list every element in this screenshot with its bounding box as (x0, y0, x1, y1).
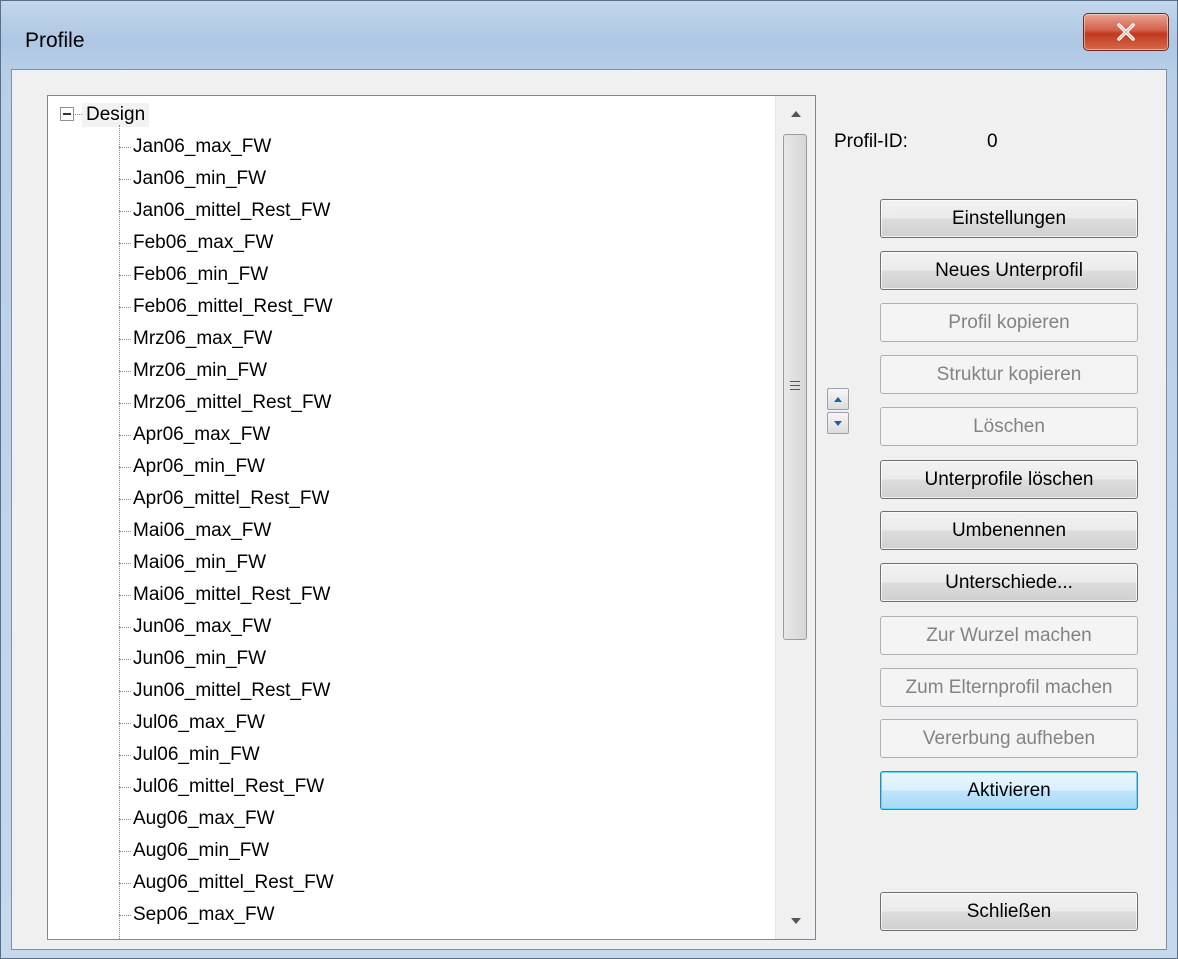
scroll-up-button[interactable] (776, 96, 815, 132)
tree-connector (119, 691, 131, 692)
scroll-down-button[interactable] (776, 903, 815, 939)
neues-unterprofil-button[interactable]: Neues Unterprofil (880, 251, 1138, 290)
tree-root-label[interactable]: Design (82, 103, 150, 127)
profile-id-value: 0 (987, 131, 998, 152)
unterschiede-button[interactable]: Unterschiede... (880, 563, 1138, 602)
loeschen-button[interactable]: Löschen (880, 407, 1138, 446)
tree-item-label[interactable]: Mai06_min_FW (133, 551, 266, 575)
chevron-up-icon (790, 111, 801, 117)
tree-connector (119, 659, 131, 660)
tree-item-label[interactable]: Jul06_max_FW (133, 711, 265, 735)
tree-item-label[interactable]: Aug06_mittel_Rest_FW (133, 871, 334, 895)
tree-connector (119, 595, 131, 596)
tree-connector (119, 563, 131, 564)
tree-connector (119, 499, 131, 500)
arrow-down-icon (834, 420, 842, 426)
tree-item-label[interactable]: Jan06_max_FW (133, 135, 271, 159)
vertical-scrollbar[interactable] (775, 96, 815, 939)
tree-connector (119, 787, 131, 788)
tree-connector (119, 531, 131, 532)
tree-connector (119, 851, 131, 852)
einstellungen-button[interactable]: Einstellungen (880, 199, 1138, 238)
tree-connector (75, 114, 82, 115)
zur-wurzel-button[interactable]: Zur Wurzel machen (880, 616, 1138, 655)
vererbung-aufheben-button[interactable]: Vererbung aufheben (880, 719, 1138, 758)
window-title: Profile (25, 29, 85, 52)
tree-connector (119, 147, 131, 148)
tree-item-label[interactable]: Jun06_mittel_Rest_FW (133, 679, 330, 703)
tree-item-label[interactable]: Sep06_max_FW (133, 903, 275, 927)
tree-connector (119, 339, 131, 340)
move-down-button[interactable] (827, 412, 849, 434)
tree-item-label[interactable]: Jan06_mittel_Rest_FW (133, 199, 330, 223)
profile-id-label: Profil-ID: (834, 131, 908, 152)
tree-item-label[interactable]: Mrz06_min_FW (133, 359, 267, 383)
tree-item-label[interactable]: Jun06_min_FW (133, 647, 266, 671)
tree-item-label[interactable]: Feb06_max_FW (133, 231, 273, 255)
zum-elternprofil-button[interactable]: Zum Elternprofil machen (880, 668, 1138, 707)
tree-connector (119, 403, 131, 404)
tree-item-label[interactable]: Jun06_max_FW (133, 615, 271, 639)
schliessen-button[interactable]: Schließen (880, 892, 1138, 931)
close-icon (1117, 23, 1135, 41)
collapse-box-icon[interactable] (60, 107, 74, 121)
tree-item-label[interactable]: Aug06_min_FW (133, 839, 269, 863)
tree-connector (119, 179, 131, 180)
chevron-down-icon (790, 918, 801, 924)
tree-item-label[interactable]: Feb06_min_FW (133, 263, 268, 287)
struktur-kopieren-button[interactable]: Struktur kopieren (880, 355, 1138, 394)
tree-item-label[interactable]: Feb06_mittel_Rest_FW (133, 295, 333, 319)
aktivieren-button[interactable]: Aktivieren (880, 771, 1138, 810)
tree-item-label[interactable]: Jul06_min_FW (133, 743, 260, 767)
tree-connector (119, 723, 131, 724)
tree-trunk-line (119, 125, 120, 939)
tree-item-label[interactable]: Mrz06_mittel_Rest_FW (133, 391, 332, 415)
tree-item-label[interactable]: Apr06_mittel_Rest_FW (133, 487, 329, 511)
grip-icon (790, 381, 800, 393)
scroll-thumb[interactable] (783, 134, 807, 640)
tree-connector (119, 275, 131, 276)
tree-item-label[interactable]: Aug06_max_FW (133, 807, 275, 831)
tree-connector (119, 883, 131, 884)
tree-item-label[interactable]: Mai06_mittel_Rest_FW (133, 583, 330, 607)
tree-connector (119, 819, 131, 820)
tree-connector (119, 467, 131, 468)
tree-item-label[interactable]: Mai06_max_FW (133, 519, 271, 543)
tree-content: Design Jan06_max_FW Jan06_min_FW Jan06_mit… (48, 96, 776, 939)
tree-item-label[interactable]: Jul06_mittel_Rest_FW (133, 775, 324, 799)
tree-item-label[interactable]: Jan06_min_FW (133, 167, 266, 191)
profile-dialog: Profile Design Jan06_max_FW Jan06_min_FW J… (0, 0, 1178, 959)
close-button[interactable] (1083, 13, 1169, 51)
arrow-up-icon (834, 396, 842, 402)
tree-connector (119, 371, 131, 372)
tree-item-label[interactable]: Mrz06_max_FW (133, 327, 272, 351)
profile-tree[interactable]: Design Jan06_max_FW Jan06_min_FW Jan06_mit… (47, 95, 816, 940)
tree-connector (119, 915, 131, 916)
tree-item-label[interactable]: Apr06_min_FW (133, 455, 265, 479)
title-bar: Profile (1, 1, 1177, 69)
profil-kopieren-button[interactable]: Profil kopieren (880, 303, 1138, 342)
tree-connector (119, 435, 131, 436)
tree-item-label[interactable]: Apr06_max_FW (133, 423, 270, 447)
move-up-button[interactable] (827, 388, 849, 410)
tree-connector (119, 307, 131, 308)
tree-connector (119, 243, 131, 244)
unterprofile-loeschen-button[interactable]: Unterprofile löschen (880, 460, 1138, 499)
tree-connector (119, 755, 131, 756)
dialog-client-area: Design Jan06_max_FW Jan06_min_FW Jan06_mit… (11, 69, 1167, 950)
tree-connector (119, 627, 131, 628)
tree-connector (119, 211, 131, 212)
umbenennen-button[interactable]: Umbenennen (880, 511, 1138, 550)
